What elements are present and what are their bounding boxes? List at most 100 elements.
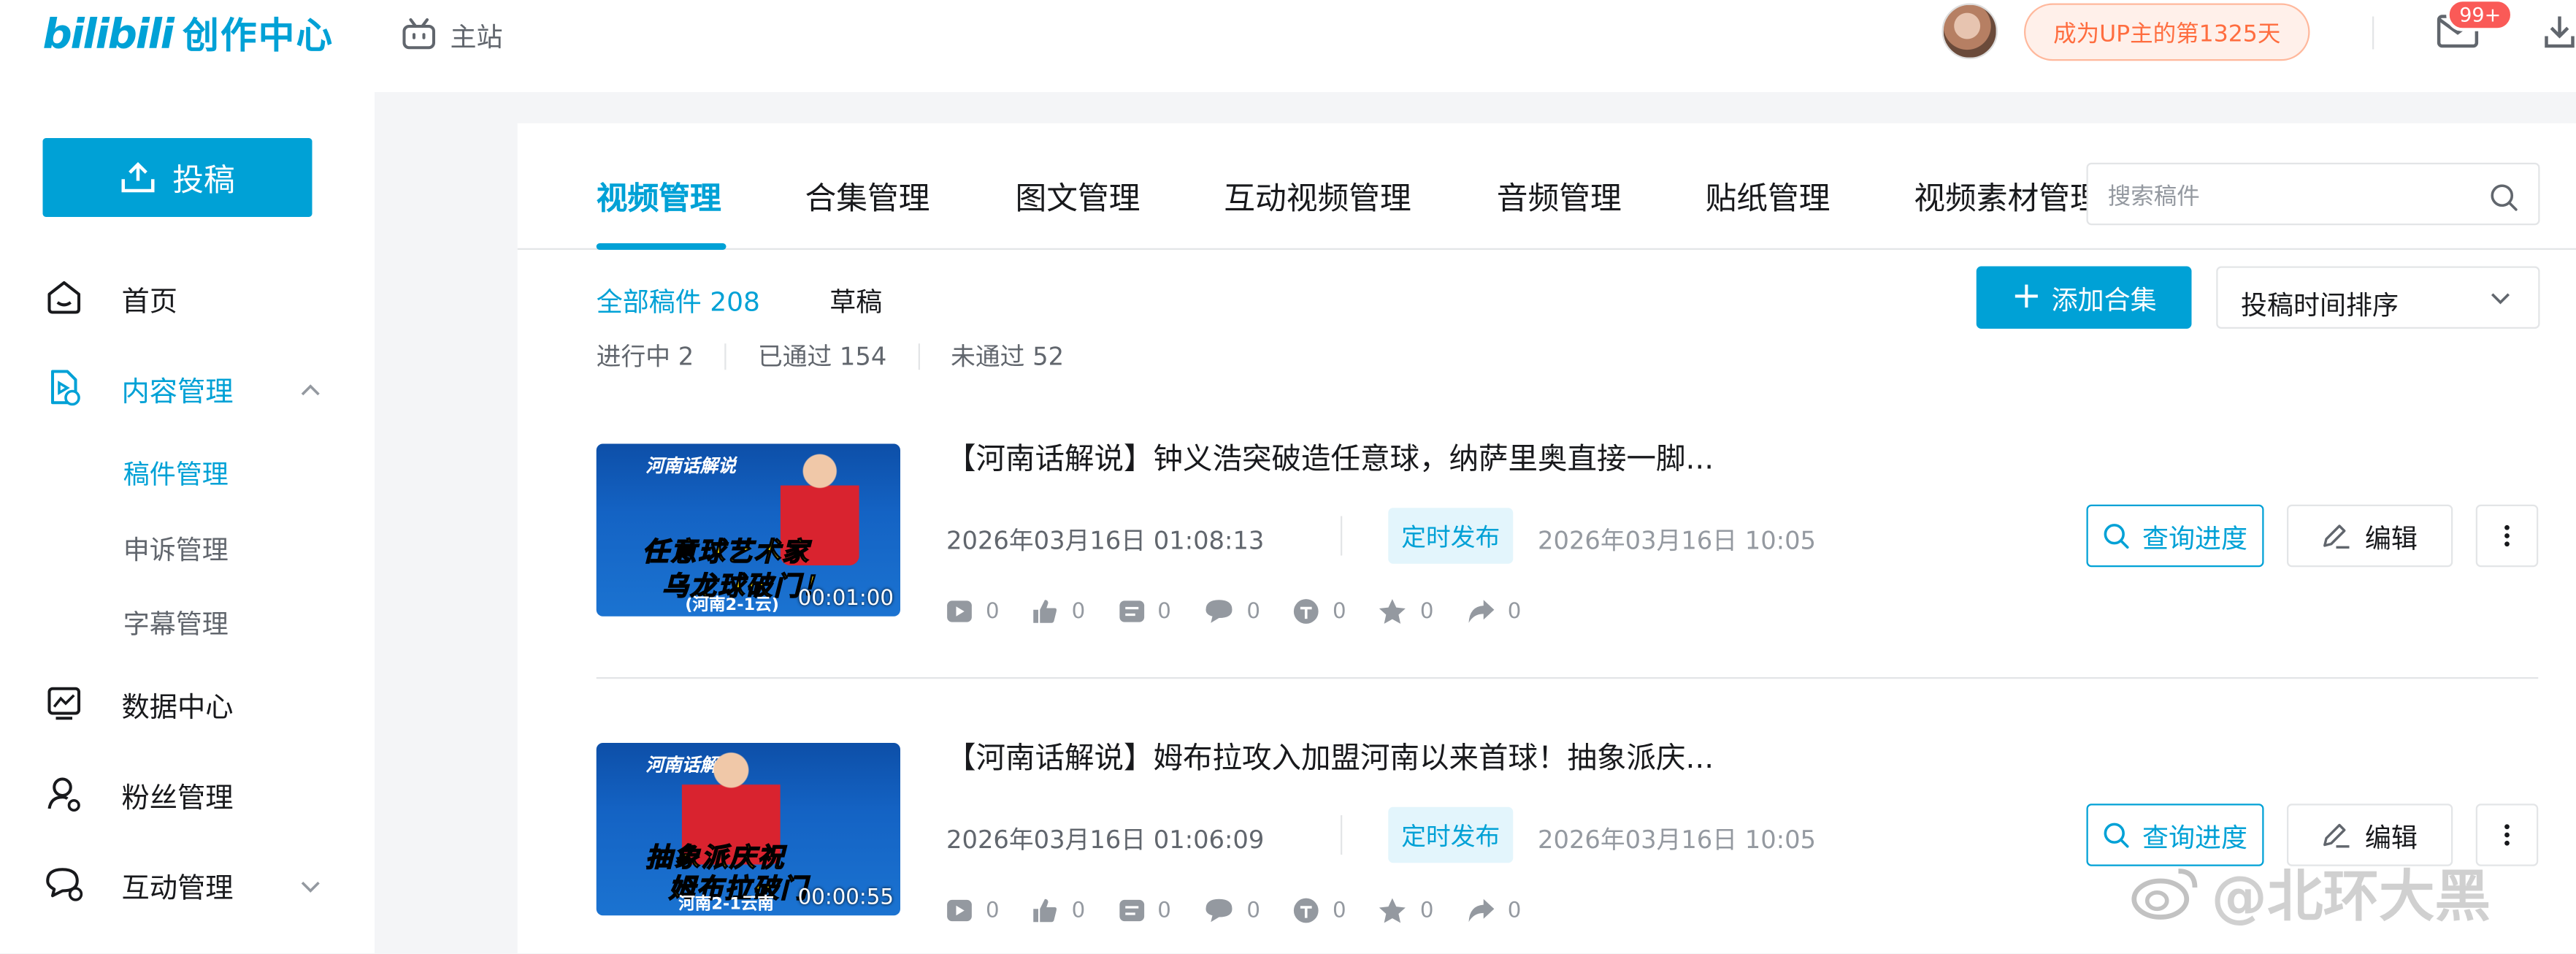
edit-label: 编辑: [2364, 522, 2418, 554]
video-thumbnail[interactable]: 河南话解说 抽象派庆祝 姆布拉破门 河南2-1云南 00:00:55: [596, 743, 900, 916]
add-collection-button[interactable]: + 添加合集: [1976, 266, 2192, 329]
add-collection-label: 添加合集: [2051, 284, 2157, 316]
sidebar-subitem-appeals[interactable]: 申诉管理: [123, 527, 229, 567]
thumbnail-caption: 任意球艺术家: [642, 535, 810, 568]
thumb-up-icon: [1033, 898, 1057, 923]
video-title[interactable]: 【河南话解说】钟义浩突破造任意球，纳萨里奥直接一脚...: [946, 435, 1714, 478]
publish-time: 2026年03月16日 10:05: [1538, 825, 1817, 855]
status-filter-row: 进行中 2 已通过 154 未通过 52: [597, 339, 1064, 373]
logo[interactable]: bilibili 创作中心: [43, 4, 334, 63]
tab-audio[interactable]: 音频管理: [1497, 175, 1622, 221]
divider: [1341, 516, 1343, 556]
pencil-icon: [2324, 823, 2350, 848]
video-stats: 0 0 0 0 0 0 0: [946, 598, 1554, 625]
logo-title: 创作中心: [183, 16, 334, 58]
tab-video[interactable]: 视频管理: [597, 175, 721, 221]
stat-favorites: 0: [1379, 598, 1434, 625]
stat-comments: 0: [1204, 898, 1260, 924]
sort-select[interactable]: 投稿时间排序: [2216, 266, 2540, 329]
download-icon[interactable]: [2543, 13, 2576, 50]
tv-icon: [402, 18, 436, 50]
stat-value: 0: [1419, 898, 1434, 923]
avatar[interactable]: [1941, 3, 1998, 59]
sidebar-item-content[interactable]: 内容管理: [43, 363, 234, 413]
submit-time: 2026年03月16日 01:08:13: [946, 526, 1265, 556]
tab-bar: 视频管理 合集管理 图文管理 互动视频管理 音频管理 贴纸管理 视频素材管理 搜…: [517, 123, 2576, 250]
upload-icon: [121, 161, 155, 193]
filter-passed[interactable]: 已通过 154: [758, 339, 886, 373]
content-file-icon: [43, 367, 86, 410]
stat-value: 0: [986, 599, 1000, 624]
play-icon: [947, 600, 972, 622]
bilibili-logo: bilibili: [42, 9, 175, 57]
stat-shares: 0: [1467, 598, 1522, 625]
tab-sticker[interactable]: 贴纸管理: [1706, 175, 1831, 221]
search-icon[interactable]: [2489, 183, 2519, 213]
star-icon: [1379, 898, 1406, 923]
video-title[interactable]: 【河南话解说】姆布拉攻入加盟河南以来首球！抽象派庆...: [946, 735, 1714, 778]
thumbnail-caption: (河南2-1云): [685, 596, 779, 615]
stat-favorites: 0: [1379, 898, 1434, 924]
thumbnail-caption: 河南2-1云南: [678, 896, 774, 914]
top-bar: bilibili 创作中心 主站 成为UP主的第1325天 99+: [0, 0, 2576, 92]
stat-value: 0: [1333, 898, 1346, 923]
sidebar-item-label: 互动管理: [121, 871, 234, 905]
watermark-text: @北环大黑: [2211, 864, 2491, 931]
sidebar-item-fans[interactable]: 粉丝管理: [43, 769, 234, 819]
sidebar-item-label: 内容管理: [121, 375, 234, 409]
stat-value: 0: [1071, 898, 1086, 923]
stat-value: 0: [1157, 898, 1171, 923]
status-badge: 定时发布: [1388, 508, 1514, 564]
filter-rejected[interactable]: 未通过 52: [951, 339, 1064, 373]
chevron-down-icon[interactable]: [299, 874, 323, 898]
home-icon: [43, 276, 86, 319]
sidebar-item-interaction[interactable]: 互动管理: [43, 860, 234, 909]
tab-article[interactable]: 图文管理: [1016, 175, 1141, 221]
sidebar-item-home[interactable]: 首页: [43, 273, 177, 323]
up-days-badge[interactable]: 成为UP主的第1325天: [2024, 3, 2310, 61]
upload-label: 投稿: [172, 161, 235, 199]
star-icon: [1379, 599, 1406, 624]
chevron-up-icon[interactable]: [299, 378, 323, 402]
sidebar-item-data[interactable]: 数据中心: [43, 679, 234, 728]
filter-in-progress[interactable]: 进行中 2: [597, 339, 694, 373]
main-site-link[interactable]: 主站: [401, 13, 503, 56]
sidebar-item-label: 数据中心: [121, 691, 234, 725]
play-icon: [947, 899, 972, 922]
divider: [1341, 815, 1343, 855]
video-thumbnail[interactable]: 河南话解说 任意球艺术家 乌龙球破门！ (河南2-1云) 00:01:00: [596, 443, 900, 617]
stat-value: 0: [1246, 898, 1261, 923]
stat-coins: 0: [1293, 898, 1346, 924]
coin-icon: [1294, 599, 1319, 624]
sort-value: 投稿时间排序: [2241, 289, 2399, 321]
video-duration: 00:01:00: [797, 587, 894, 611]
upload-button[interactable]: 投稿: [42, 138, 313, 217]
sidebar-item-label: 粉丝管理: [121, 781, 234, 814]
pencil-icon: [2324, 524, 2350, 549]
video-stats: 0 0 0 0 0 0 0: [946, 898, 1554, 924]
tab-active-indicator: [596, 243, 727, 250]
stat-danmaku: 0: [1118, 599, 1171, 624]
filter-drafts[interactable]: 草稿: [829, 280, 882, 319]
comment-icon: [1205, 600, 1233, 623]
share-icon: [1468, 898, 1494, 923]
stat-coins: 0: [1293, 598, 1346, 625]
stat-value: 0: [1507, 599, 1522, 624]
stat-likes: 0: [1032, 898, 1086, 924]
coin-icon: [1294, 898, 1319, 923]
more-options-button[interactable]: [2475, 504, 2539, 568]
filter-all-manuscripts[interactable]: 全部稿件 208: [597, 280, 760, 319]
stat-shares: 0: [1467, 898, 1521, 924]
weibo-logo-icon: [2131, 868, 2198, 919]
edit-button[interactable]: 编辑: [2287, 504, 2453, 568]
check-progress-button[interactable]: 查询进度: [2086, 504, 2264, 568]
creator-center-page: bilibili 创作中心 主站 成为UP主的第1325天 99+ 投稿 首页 …: [0, 0, 2576, 953]
video-duration: 00:00:55: [797, 885, 894, 911]
tab-video-material[interactable]: 视频素材管理: [1914, 175, 2101, 221]
sidebar-subitem-manuscripts[interactable]: 稿件管理: [123, 452, 229, 492]
tab-interactive-video[interactable]: 互动视频管理: [1224, 175, 1411, 221]
sidebar-subitem-subtitles[interactable]: 字幕管理: [123, 602, 229, 641]
tab-collection[interactable]: 合集管理: [805, 175, 930, 221]
search-input[interactable]: 搜索稿件: [2086, 162, 2540, 226]
more-vertical-icon: [2504, 824, 2510, 846]
